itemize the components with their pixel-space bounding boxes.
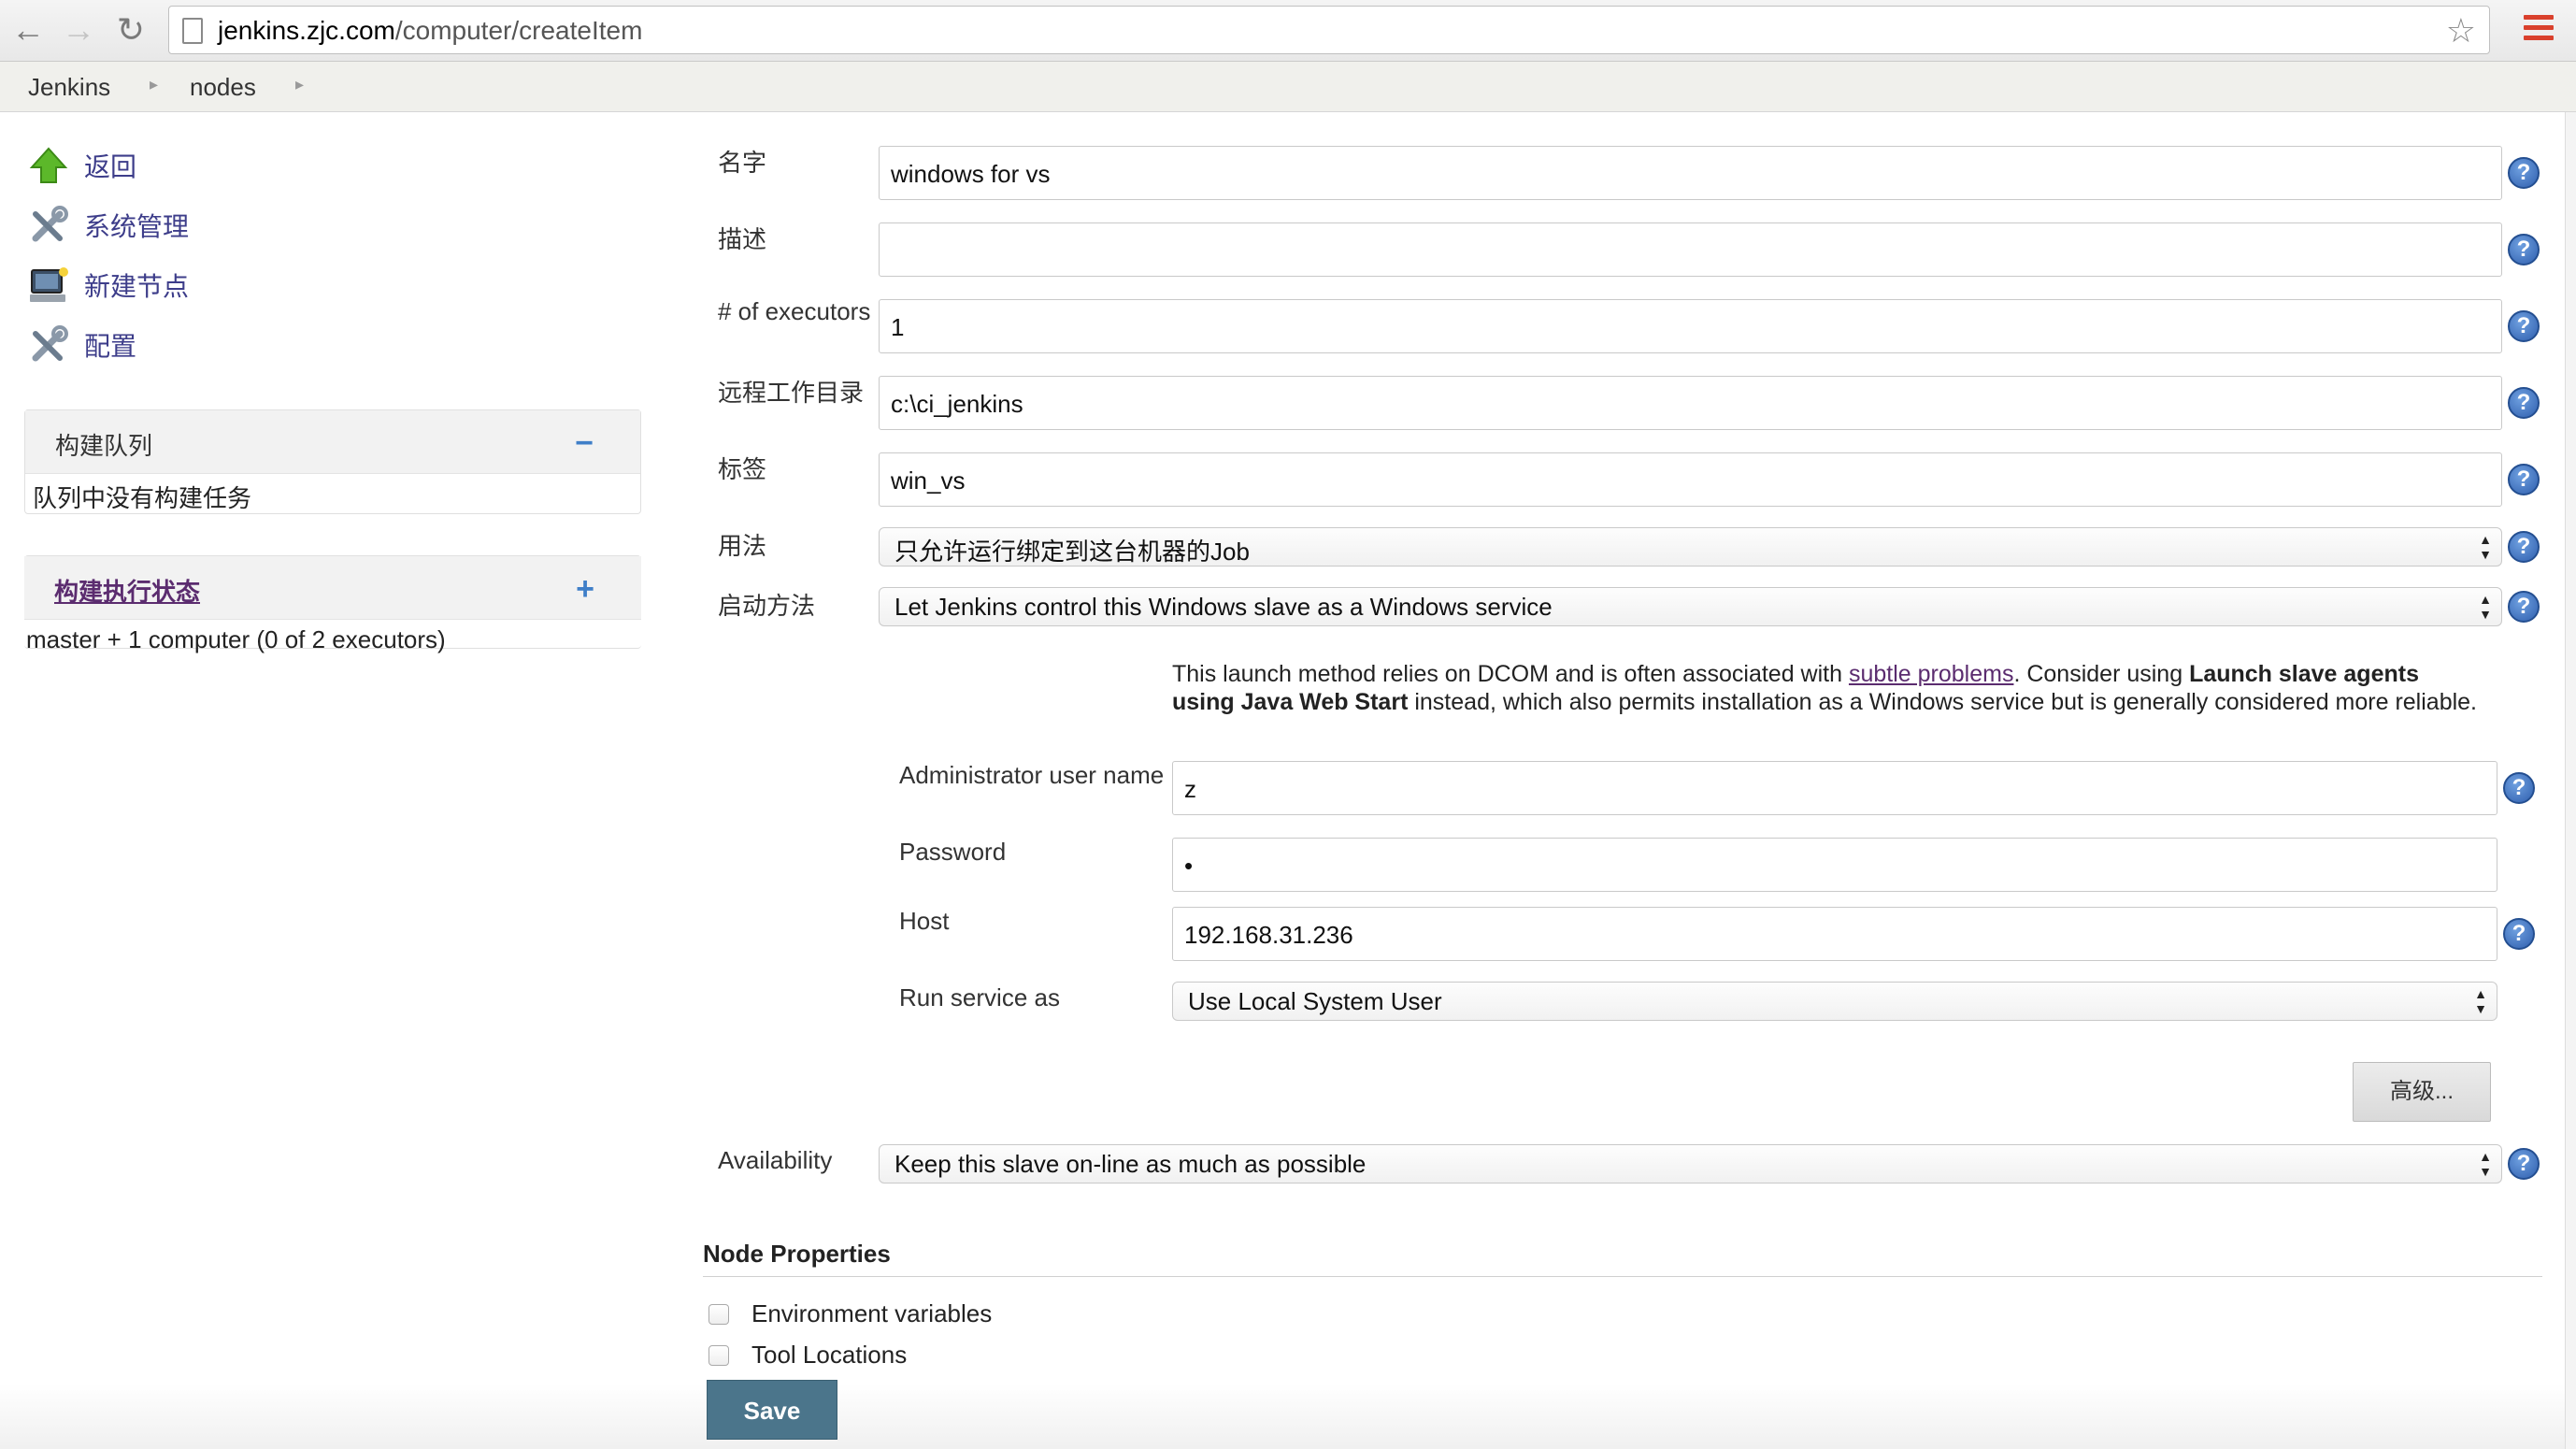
availability-value: Keep this slave on-line as much as possi…: [894, 1150, 1367, 1178]
back-icon[interactable]: ←: [9, 11, 47, 49]
help-icon[interactable]: ?: [2508, 464, 2540, 495]
usage-value: 只允许运行绑定到这台机器的Job: [894, 538, 1250, 566]
build-queue-empty-text: 队列中没有构建任务: [33, 484, 252, 512]
expand-icon[interactable]: +: [576, 573, 594, 605]
description-input[interactable]: [879, 222, 2502, 277]
breadcrumb-chevron-icon[interactable]: ▸: [295, 75, 304, 94]
help-icon[interactable]: ?: [2508, 234, 2540, 265]
tools-icon: [28, 205, 69, 246]
sidebar-item-label[interactable]: 系统管理: [84, 207, 189, 244]
breadcrumb-nodes[interactable]: nodes: [190, 73, 256, 102]
tool-locations-checkbox[interactable]: [708, 1344, 729, 1366]
help-icon[interactable]: ?: [2508, 387, 2540, 419]
usage-label: 用法: [718, 532, 767, 560]
help-icon[interactable]: ?: [2508, 1148, 2540, 1180]
run-service-as-label: Run service as: [899, 983, 1060, 1011]
password-label: Password: [899, 838, 1007, 866]
availability-select[interactable]: Keep this slave on-line as much as possi…: [879, 1144, 2502, 1184]
executors-input[interactable]: 1: [879, 299, 2502, 353]
node-properties-heading: Node Properties: [703, 1240, 2542, 1277]
computer-icon: [28, 265, 69, 306]
browser-toolbar: ← → ↻ jenkins.zjc.com/computer/createIte…: [0, 0, 2576, 62]
admin-user-label: Administrator user name: [899, 761, 1165, 789]
admin-user-input[interactable]: z: [1172, 761, 2497, 815]
select-arrows-icon: ▲ ▼: [2479, 1149, 2492, 1179]
help-icon[interactable]: ?: [2508, 310, 2540, 342]
help-icon[interactable]: ?: [2508, 531, 2540, 563]
sidebar-item-label[interactable]: 返回: [84, 147, 136, 184]
executor-summary: master + 1 computer (0 of 2 executors): [26, 625, 446, 653]
select-arrows-icon: ▲ ▼: [2479, 532, 2492, 562]
executor-status-title[interactable]: 构建执行状态: [54, 573, 200, 608]
env-variables-option[interactable]: Environment variables: [708, 1299, 992, 1328]
sidebar-item-back[interactable]: 返回: [28, 140, 136, 191]
run-service-as-select[interactable]: Use Local System User ▲ ▼: [1172, 982, 2497, 1021]
sidebar-item-label[interactable]: 新建节点: [84, 266, 189, 304]
labels-input[interactable]: win_vs: [879, 452, 2502, 507]
build-queue-pane: 构建队列 − 队列中没有构建任务: [24, 409, 641, 514]
tool-locations-label: Tool Locations: [751, 1341, 908, 1369]
sidebar-item-new-node[interactable]: 新建节点: [28, 260, 189, 310]
browser-menu-icon[interactable]: [2524, 15, 2554, 45]
run-service-as-value: Use Local System User: [1188, 987, 1442, 1015]
description-label: 描述: [718, 225, 767, 253]
build-queue-title: 构建队列: [55, 432, 153, 460]
sidebar-item-configure[interactable]: 配置: [28, 320, 136, 370]
save-button[interactable]: Save: [707, 1380, 837, 1440]
launch-method-value: Let Jenkins control this Windows slave a…: [894, 593, 1553, 621]
sidebar-item-label[interactable]: 配置: [84, 326, 136, 364]
launch-method-note: This launch method relies on DCOM and is…: [1172, 661, 2477, 715]
env-variables-label: Environment variables: [751, 1299, 993, 1327]
breadcrumb-jenkins[interactable]: Jenkins: [28, 73, 110, 102]
executors-label: # of executors: [718, 297, 871, 325]
executor-status-pane: 构建执行状态 + master + 1 computer (0 of 2 exe…: [24, 555, 641, 653]
subtle-problems-link[interactable]: subtle problems: [1849, 661, 2013, 687]
select-arrows-icon: ▲ ▼: [2474, 986, 2487, 1016]
tools-icon: [28, 324, 69, 366]
labels-label: 标签: [718, 455, 767, 483]
help-icon[interactable]: ?: [2508, 591, 2540, 623]
advanced-button[interactable]: 高级...: [2353, 1062, 2491, 1122]
password-input[interactable]: •: [1172, 838, 2497, 892]
collapse-icon[interactable]: −: [575, 427, 594, 459]
url-host: jenkins.zjc.com: [218, 16, 395, 45]
host-label: Host: [899, 907, 950, 935]
breadcrumb: Jenkins ▸ nodes ▸: [0, 62, 2576, 112]
availability-label: Availability: [718, 1146, 833, 1174]
page-icon: [182, 18, 203, 44]
remote-fs-input[interactable]: c:\ci_jenkins: [879, 376, 2502, 430]
usage-select[interactable]: 只允许运行绑定到这台机器的Job ▲ ▼: [879, 527, 2502, 567]
remote-fs-label: 远程工作目录: [718, 379, 865, 407]
name-label: 名字: [718, 149, 767, 177]
tool-locations-option[interactable]: Tool Locations: [708, 1341, 907, 1370]
select-arrows-icon: ▲ ▼: [2479, 592, 2492, 622]
scrollbar[interactable]: [2565, 112, 2576, 1449]
address-bar[interactable]: jenkins.zjc.com/computer/createItem ☆: [168, 6, 2490, 54]
breadcrumb-chevron-icon[interactable]: ▸: [150, 75, 158, 94]
host-input[interactable]: 192.168.31.236: [1172, 907, 2497, 961]
help-icon[interactable]: ?: [2503, 772, 2535, 804]
sidebar-item-manage[interactable]: 系统管理: [28, 200, 189, 251]
bottom-fade: [0, 1384, 2576, 1449]
forward-icon[interactable]: →: [60, 11, 97, 49]
up-arrow-icon: [28, 145, 69, 186]
launch-method-select[interactable]: Let Jenkins control this Windows slave a…: [879, 587, 2502, 626]
url-path: /computer/createItem: [394, 16, 643, 45]
bookmark-star-icon[interactable]: ☆: [2446, 12, 2476, 50]
reload-icon[interactable]: ↻: [112, 11, 150, 49]
help-icon[interactable]: ?: [2508, 157, 2540, 189]
env-variables-checkbox[interactable]: [708, 1303, 729, 1325]
help-icon[interactable]: ?: [2503, 918, 2535, 950]
launch-method-label: 启动方法: [718, 592, 816, 620]
name-input[interactable]: windows for vs: [879, 146, 2502, 200]
